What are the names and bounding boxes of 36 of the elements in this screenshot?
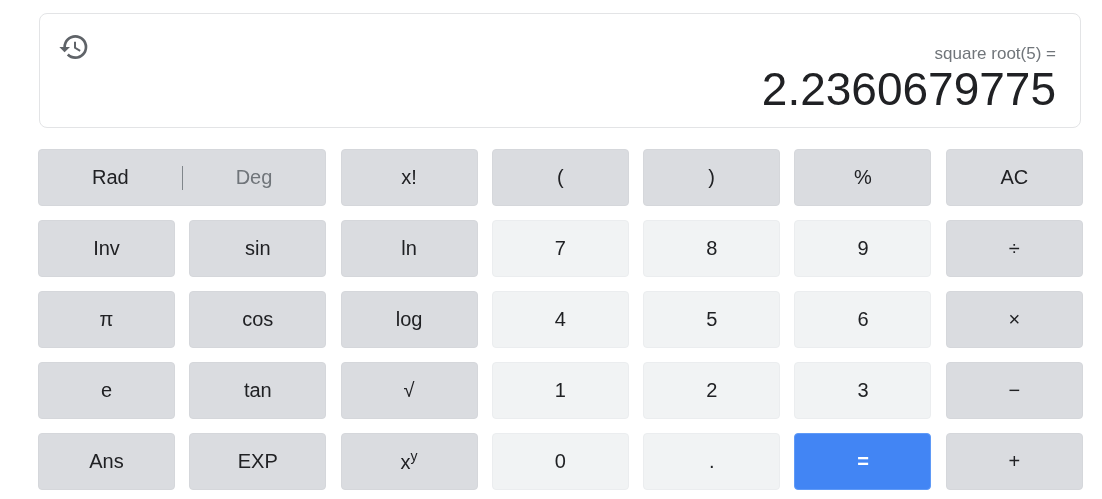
digit-key[interactable]: .: [643, 433, 781, 490]
result-text: 2.2360679775: [761, 64, 1056, 115]
function-key[interactable]: sin: [189, 220, 327, 277]
digit-key[interactable]: 9: [794, 220, 932, 277]
angle-mode-button[interactable]: Rad: [39, 158, 182, 197]
digit-key[interactable]: 7: [491, 220, 629, 277]
digit-key[interactable]: 0: [491, 433, 629, 490]
function-key[interactable]: log: [340, 291, 478, 348]
digit-key[interactable]: 6: [794, 291, 932, 348]
digit-key[interactable]: 2: [643, 362, 781, 419]
function-key[interactable]: ÷: [945, 220, 1083, 277]
function-key[interactable]: e: [38, 362, 175, 419]
function-key[interactable]: (: [491, 149, 629, 206]
digit-key[interactable]: 3: [794, 362, 932, 419]
digit-key[interactable]: 8: [643, 220, 781, 277]
function-key[interactable]: x!: [340, 149, 478, 206]
function-key[interactable]: tan: [189, 362, 327, 419]
function-key[interactable]: AC: [945, 149, 1083, 206]
function-key[interactable]: Inv: [38, 220, 175, 277]
function-key[interactable]: EXP: [189, 433, 327, 490]
function-key[interactable]: +: [945, 433, 1083, 490]
function-key[interactable]: %: [794, 149, 932, 206]
function-key[interactable]: ): [643, 149, 781, 206]
function-key[interactable]: x$^{y}$: [340, 433, 478, 490]
function-key[interactable]: −: [945, 362, 1083, 419]
digit-key[interactable]: 5: [643, 291, 781, 348]
equals-key[interactable]: =: [794, 433, 932, 490]
expression-text: square root(5) =: [934, 44, 1056, 65]
digit-key[interactable]: 4: [491, 291, 629, 348]
function-key[interactable]: π: [38, 291, 175, 348]
function-key[interactable]: ln: [340, 220, 478, 277]
function-key[interactable]: Ans: [38, 433, 175, 490]
digit-key[interactable]: 1: [491, 362, 629, 419]
function-key[interactable]: √: [340, 362, 478, 419]
function-key[interactable]: ×: [945, 291, 1083, 348]
function-key[interactable]: cos: [189, 291, 327, 348]
